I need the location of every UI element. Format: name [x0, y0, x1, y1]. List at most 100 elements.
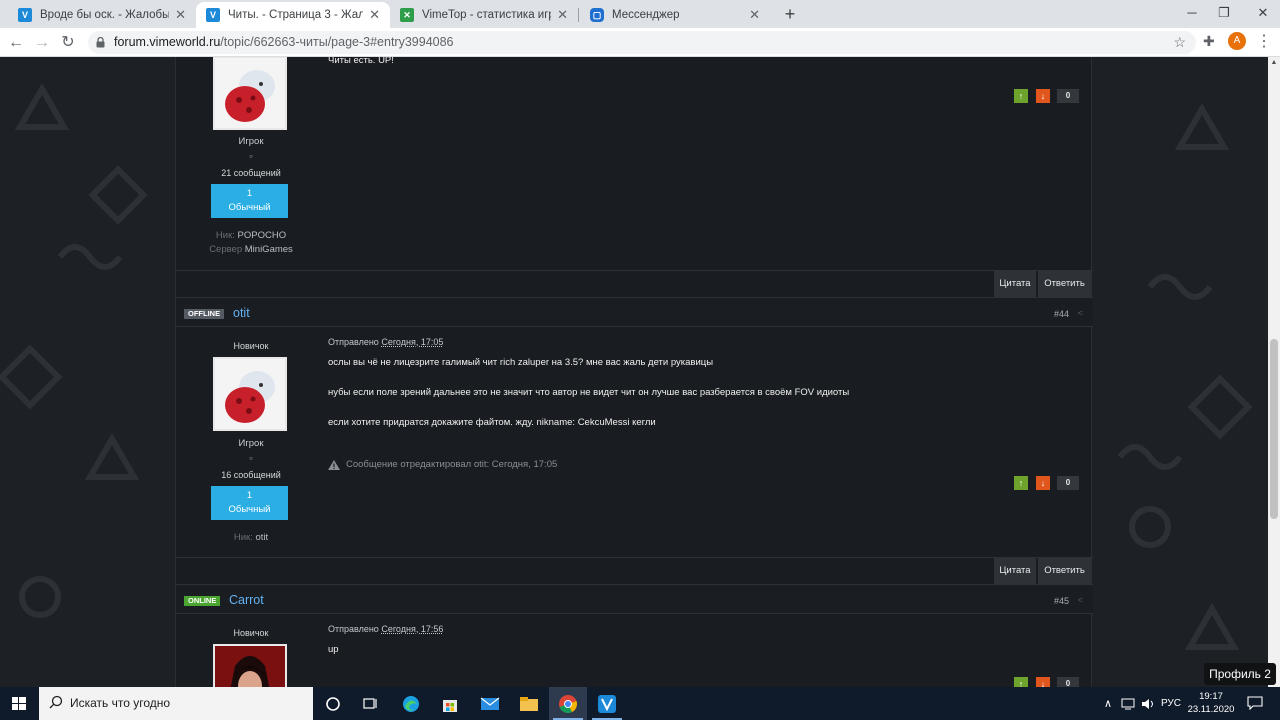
cortana-icon[interactable]	[314, 687, 352, 720]
vote-count: 0	[1057, 476, 1079, 490]
volume-icon[interactable]	[1138, 687, 1158, 720]
post-header: OFFLINE otit #44 <	[176, 297, 1093, 327]
vote-up-button[interactable]: ↑	[1014, 476, 1028, 490]
edit-notice: Сообщение отредактировал otit: Сегодня, …	[328, 459, 557, 470]
share-icon[interactable]: <	[1078, 595, 1083, 605]
tab-separator	[578, 8, 579, 22]
system-clock[interactable]: 19:17 23.11.2020	[1184, 690, 1238, 716]
author-link[interactable]: Carrot	[229, 593, 264, 607]
author-link[interactable]: otit	[233, 306, 250, 320]
post-text-line: если хотите придратся докажите файтом. ж…	[328, 417, 656, 428]
browser-menu-icon[interactable]: ⋮	[1256, 31, 1272, 51]
user-avatar[interactable]	[213, 357, 287, 431]
user-pips: ▫	[249, 151, 253, 161]
profile-avatar[interactable]: A	[1228, 32, 1246, 50]
windows-logo-icon	[12, 697, 26, 710]
forum-post: Новичок Отправлено Сегодня, 17:56 up ↑ ↓…	[176, 615, 1093, 687]
mail-icon[interactable]	[471, 687, 509, 720]
bookmark-star-icon[interactable]: ☆	[1173, 34, 1186, 51]
post-header: ONLINE Carrot #45 <	[176, 584, 1093, 614]
post-actions: Цитата Ответить	[176, 557, 1093, 584]
forum-post: Игрок ▫ 21 сообщений 1 Обычный Ник: POPOC…	[176, 57, 1093, 297]
post-text: Читы есть. UP!	[328, 57, 394, 66]
forum-content: Игрок ▫ 21 сообщений 1 Обычный Ник: POPOC…	[175, 57, 1093, 687]
post-number[interactable]: #44	[1054, 309, 1069, 319]
vote-up-button[interactable]: ↑	[1014, 677, 1028, 687]
quote-button[interactable]: Цитата	[994, 271, 1036, 297]
minimize-icon[interactable]: ─	[1177, 4, 1207, 22]
tab-title: Вроде бы оск. - Жалобы на пол	[40, 9, 170, 21]
posted-date: Отправлено Сегодня, 17:05	[328, 337, 444, 347]
vote-down-button[interactable]: ↓	[1036, 476, 1050, 490]
close-window-icon[interactable]: ✕	[1248, 4, 1278, 22]
user-group: Игрок	[238, 136, 264, 147]
back-icon[interactable]: ←	[6, 33, 26, 53]
user-nick: Ник: otit	[233, 532, 269, 543]
forward-icon[interactable]: →	[32, 33, 52, 53]
restore-icon[interactable]: ❐	[1209, 4, 1239, 22]
extensions-icon[interactable]: ✚	[1203, 33, 1215, 50]
share-icon[interactable]: <	[1078, 308, 1083, 318]
search-placeholder: Искать что угодно	[70, 696, 171, 710]
language-indicator[interactable]: РУС	[1158, 687, 1184, 720]
vimetop-icon: ✕	[400, 8, 414, 22]
vote-down-button[interactable]: ↓	[1036, 89, 1050, 103]
level-badge: 1 Обычный	[211, 486, 288, 520]
address-bar[interactable]: forum.vimeworld.ru/topic/662663-читы/pag…	[88, 31, 1196, 54]
task-view-icon[interactable]	[352, 687, 390, 720]
forum-post: Новичок Игрок ▫ 16 сообщений 1 Обычный Ни…	[176, 328, 1093, 558]
close-tab-icon[interactable]: ✕	[557, 7, 568, 23]
taskbar-search[interactable]: Искать что угодно	[39, 687, 313, 720]
browser-tab[interactable]: ✕ VimeTop - статистика игроков N ✕	[390, 2, 578, 28]
level-badge: 1 Обычный	[211, 184, 288, 218]
vote-up-button[interactable]: ↑	[1014, 89, 1028, 103]
quote-button[interactable]: Цитата	[994, 558, 1036, 584]
post-number[interactable]: #45	[1054, 596, 1069, 606]
url-text: forum.vimeworld.ru/topic/662663-читы/pag…	[114, 35, 454, 49]
scrollbar-thumb[interactable]	[1270, 339, 1278, 519]
post-text-line: ослы вы чё не лицезрите галимый чит rich…	[328, 357, 714, 368]
messenger-icon: ▢	[590, 8, 604, 22]
posted-date: Отправлено Сегодня, 17:56	[328, 624, 444, 634]
vote-count: 0	[1057, 89, 1079, 103]
scroll-up-icon[interactable]: ▲	[1270, 59, 1278, 69]
tray-chevron-icon[interactable]: ∧	[1098, 687, 1118, 720]
tab-title: VimeTop - статистика игроков N	[422, 9, 551, 21]
page-scrollbar[interactable]: ▲ ▼	[1268, 57, 1280, 687]
reload-icon[interactable]: ↻	[58, 33, 78, 53]
search-icon	[49, 695, 63, 709]
status-badge: OFFLINE	[184, 309, 225, 319]
vimeworld-icon: V	[18, 8, 32, 22]
start-button[interactable]	[0, 687, 38, 720]
lock-icon[interactable]	[96, 37, 105, 48]
tab-title: Мессенджер	[612, 9, 680, 21]
network-icon[interactable]	[1118, 687, 1138, 720]
close-tab-icon[interactable]: ✕	[175, 7, 186, 23]
browser-tab-bar: V Вроде бы оск. - Жалобы на пол ✕ V Читы…	[0, 0, 1280, 28]
vimeworld-icon: V	[206, 8, 220, 22]
vimeworld-taskbar-icon[interactable]	[588, 687, 626, 720]
user-rank: Новичок	[233, 341, 269, 351]
file-explorer-icon[interactable]	[510, 687, 548, 720]
reply-button[interactable]: Ответить	[1038, 271, 1091, 297]
store-icon[interactable]	[431, 687, 469, 720]
browser-tab[interactable]: ▢ Мессенджер ✕	[580, 2, 770, 28]
notifications-icon[interactable]	[1247, 696, 1263, 710]
chrome-taskbar-icon[interactable]	[549, 687, 587, 720]
vote-count: 0	[1057, 677, 1079, 687]
reply-button[interactable]: Ответить	[1038, 558, 1091, 584]
user-avatar[interactable]	[213, 57, 287, 130]
browser-tab-active[interactable]: V Читы. - Страница 3 - Жалобы н ✕	[196, 2, 390, 28]
avatar-image	[215, 359, 285, 429]
vote-down-button[interactable]: ↓	[1036, 677, 1050, 687]
edge-icon[interactable]	[392, 687, 430, 720]
close-tab-icon[interactable]: ✕	[749, 7, 760, 23]
browser-tab[interactable]: V Вроде бы оск. - Жалобы на пол ✕	[8, 2, 196, 28]
tab-title: Читы. - Страница 3 - Жалобы н	[228, 9, 364, 21]
user-group: Игрок	[238, 438, 264, 449]
user-avatar[interactable]	[213, 644, 287, 687]
close-tab-icon[interactable]: ✕	[369, 7, 380, 23]
new-tab-button[interactable]: +	[780, 4, 800, 24]
user-server: Сервер MiniGames	[209, 244, 293, 255]
avatar-image	[215, 58, 285, 128]
